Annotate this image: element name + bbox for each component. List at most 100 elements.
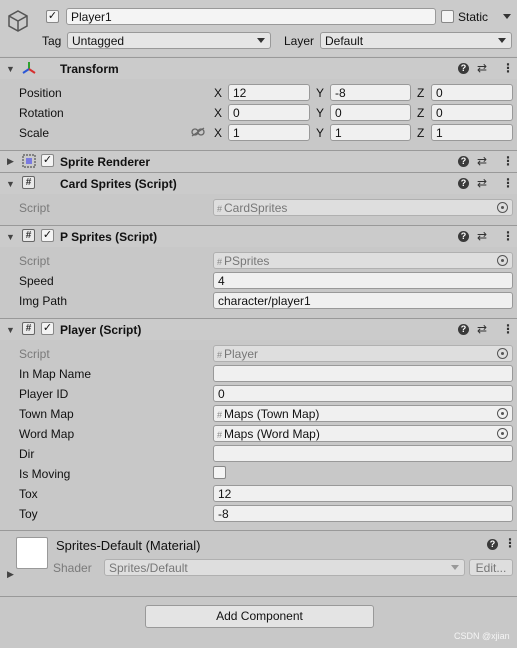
toy-input[interactable]: -8 — [213, 505, 513, 522]
sprite-renderer-header[interactable]: ▶ ✓ Sprite Renderer ? ⇄ ⋮ — [0, 150, 517, 172]
card-sprites-header[interactable]: ▼ # Card Sprites (Script) ? ⇄ ⋮ — [0, 172, 517, 194]
script-asset-icon: # — [217, 350, 223, 360]
speed-label: Speed — [19, 274, 54, 288]
town-map-field[interactable]: # Maps (Town Map) — [213, 405, 513, 422]
tag-dropdown[interactable]: Untagged — [67, 32, 271, 49]
rotation-z-axis[interactable]: Z — [417, 106, 424, 120]
foldout-expanded-icon[interactable]: ▼ — [6, 232, 15, 242]
scale-y-input[interactable]: 1 — [330, 124, 411, 141]
material-preview-thumbnail[interactable] — [16, 537, 48, 569]
object-picker-icon[interactable] — [497, 408, 508, 419]
material-title: Sprites-Default (Material) — [56, 538, 201, 553]
player-header[interactable]: ▼ # ✓ Player (Script) ? ⇄ ⋮ — [0, 318, 517, 340]
foldout-collapsed-icon[interactable]: ▶ — [7, 156, 14, 167]
player-title: Player (Script) — [60, 323, 142, 337]
gameobject-cube-icon — [8, 10, 28, 32]
active-checkbox[interactable]: ✓ — [46, 10, 59, 23]
static-dropdown-arrow[interactable] — [503, 14, 511, 19]
sprite-renderer-enabled-checkbox[interactable]: ✓ — [41, 154, 54, 167]
player-id-label: Player ID — [19, 387, 69, 401]
chevron-down-icon — [451, 565, 459, 570]
help-icon[interactable]: ? — [458, 63, 469, 74]
player-script-label: Script — [19, 347, 50, 361]
position-y-input[interactable]: -8 — [330, 84, 411, 101]
word-map-field[interactable]: # Maps (Word Map) — [213, 425, 513, 442]
foldout-collapsed-icon[interactable]: ▶ — [7, 569, 14, 580]
in-map-name-input[interactable] — [213, 365, 513, 382]
scale-y-axis[interactable]: Y — [316, 126, 324, 140]
script-asset-icon: # — [217, 257, 223, 267]
card-sprites-title: Card Sprites (Script) — [60, 177, 177, 191]
help-icon[interactable]: ? — [487, 539, 498, 550]
shader-edit-button[interactable]: Edit... — [469, 559, 513, 576]
add-component-button[interactable]: Add Component — [145, 605, 374, 628]
kebab-menu-icon[interactable]: ⋮ — [502, 176, 514, 190]
is-moving-label: Is Moving — [19, 467, 71, 481]
transform-header[interactable]: ▼ Transform ? ⇄ ⋮ — [0, 57, 517, 79]
rotation-y-input[interactable]: 0 — [330, 104, 411, 121]
presets-icon[interactable]: ⇄ — [477, 176, 487, 190]
p-sprites-header[interactable]: ▼ # ✓ P Sprites (Script) ? ⇄ ⋮ — [0, 225, 517, 247]
tag-value: Untagged — [72, 34, 125, 48]
town-map-value: Maps (Town Map) — [224, 407, 320, 421]
position-z-axis[interactable]: Z — [417, 86, 424, 100]
rotation-z-input[interactable]: 0 — [431, 104, 513, 121]
rotation-y-axis[interactable]: Y — [316, 106, 324, 120]
presets-icon[interactable]: ⇄ — [477, 229, 487, 243]
help-icon[interactable]: ? — [458, 178, 469, 189]
position-y-axis[interactable]: Y — [316, 86, 324, 100]
dir-input[interactable] — [213, 445, 513, 462]
player-id-input[interactable]: 0 — [213, 385, 513, 402]
kebab-menu-icon[interactable]: ⋮ — [504, 536, 516, 550]
script-hash-icon: # — [22, 229, 35, 242]
foldout-expanded-icon[interactable]: ▼ — [6, 64, 15, 74]
help-icon[interactable]: ? — [458, 156, 469, 167]
foldout-expanded-icon[interactable]: ▼ — [6, 325, 15, 335]
scale-x-input[interactable]: 1 — [228, 124, 310, 141]
static-checkbox[interactable] — [441, 10, 454, 23]
gameobject-name-input[interactable]: Player1 — [66, 8, 436, 25]
rotation-x-input[interactable]: 0 — [228, 104, 310, 121]
script-asset-icon: # — [217, 204, 223, 214]
word-map-value: Maps (Word Map) — [224, 427, 320, 441]
help-icon[interactable]: ? — [458, 324, 469, 335]
rotation-x-axis[interactable]: X — [214, 106, 222, 120]
script-hash-icon: # — [22, 176, 35, 189]
scale-x-axis[interactable]: X — [214, 126, 222, 140]
kebab-menu-icon[interactable]: ⋮ — [502, 154, 514, 168]
speed-input[interactable]: 4 — [213, 272, 513, 289]
p-sprites-script-value: PSprites — [224, 254, 270, 268]
help-icon[interactable]: ? — [458, 231, 469, 242]
position-z-input[interactable]: 0 — [431, 84, 513, 101]
layer-dropdown[interactable]: Default — [320, 32, 512, 49]
position-x-input[interactable]: 12 — [228, 84, 310, 101]
object-picker-icon[interactable] — [497, 428, 508, 439]
presets-icon[interactable]: ⇄ — [477, 154, 487, 168]
kebab-menu-icon[interactable]: ⋮ — [502, 322, 514, 336]
is-moving-checkbox[interactable] — [213, 466, 226, 479]
presets-icon[interactable]: ⇄ — [477, 61, 487, 75]
kebab-menu-icon[interactable]: ⋮ — [502, 61, 514, 75]
object-picker-icon — [497, 202, 508, 213]
shader-dropdown[interactable]: Sprites/Default — [104, 559, 465, 576]
player-enabled-checkbox[interactable]: ✓ — [41, 322, 54, 335]
scale-z-axis[interactable]: Z — [417, 126, 424, 140]
kebab-menu-icon[interactable]: ⋮ — [502, 229, 514, 243]
p-sprites-enabled-checkbox[interactable]: ✓ — [41, 229, 54, 242]
player-script-field: # Player — [213, 345, 513, 362]
layer-value: Default — [325, 34, 364, 48]
rotation-label: Rotation — [19, 106, 64, 120]
tox-input[interactable]: 12 — [213, 485, 513, 502]
chevron-down-icon — [257, 38, 265, 43]
dir-label: Dir — [19, 447, 35, 461]
layer-label: Layer — [284, 34, 315, 48]
foldout-expanded-icon[interactable]: ▼ — [6, 179, 15, 189]
p-sprites-script-field: # PSprites — [213, 252, 513, 269]
object-picker-icon — [497, 348, 508, 359]
scale-z-input[interactable]: 1 — [431, 124, 513, 141]
presets-icon[interactable]: ⇄ — [477, 322, 487, 336]
img-path-input[interactable]: character/player1 — [213, 292, 513, 309]
material-divider — [0, 530, 517, 531]
constrain-proportions-link-icon[interactable] — [191, 127, 205, 137]
position-x-axis[interactable]: X — [214, 86, 222, 100]
